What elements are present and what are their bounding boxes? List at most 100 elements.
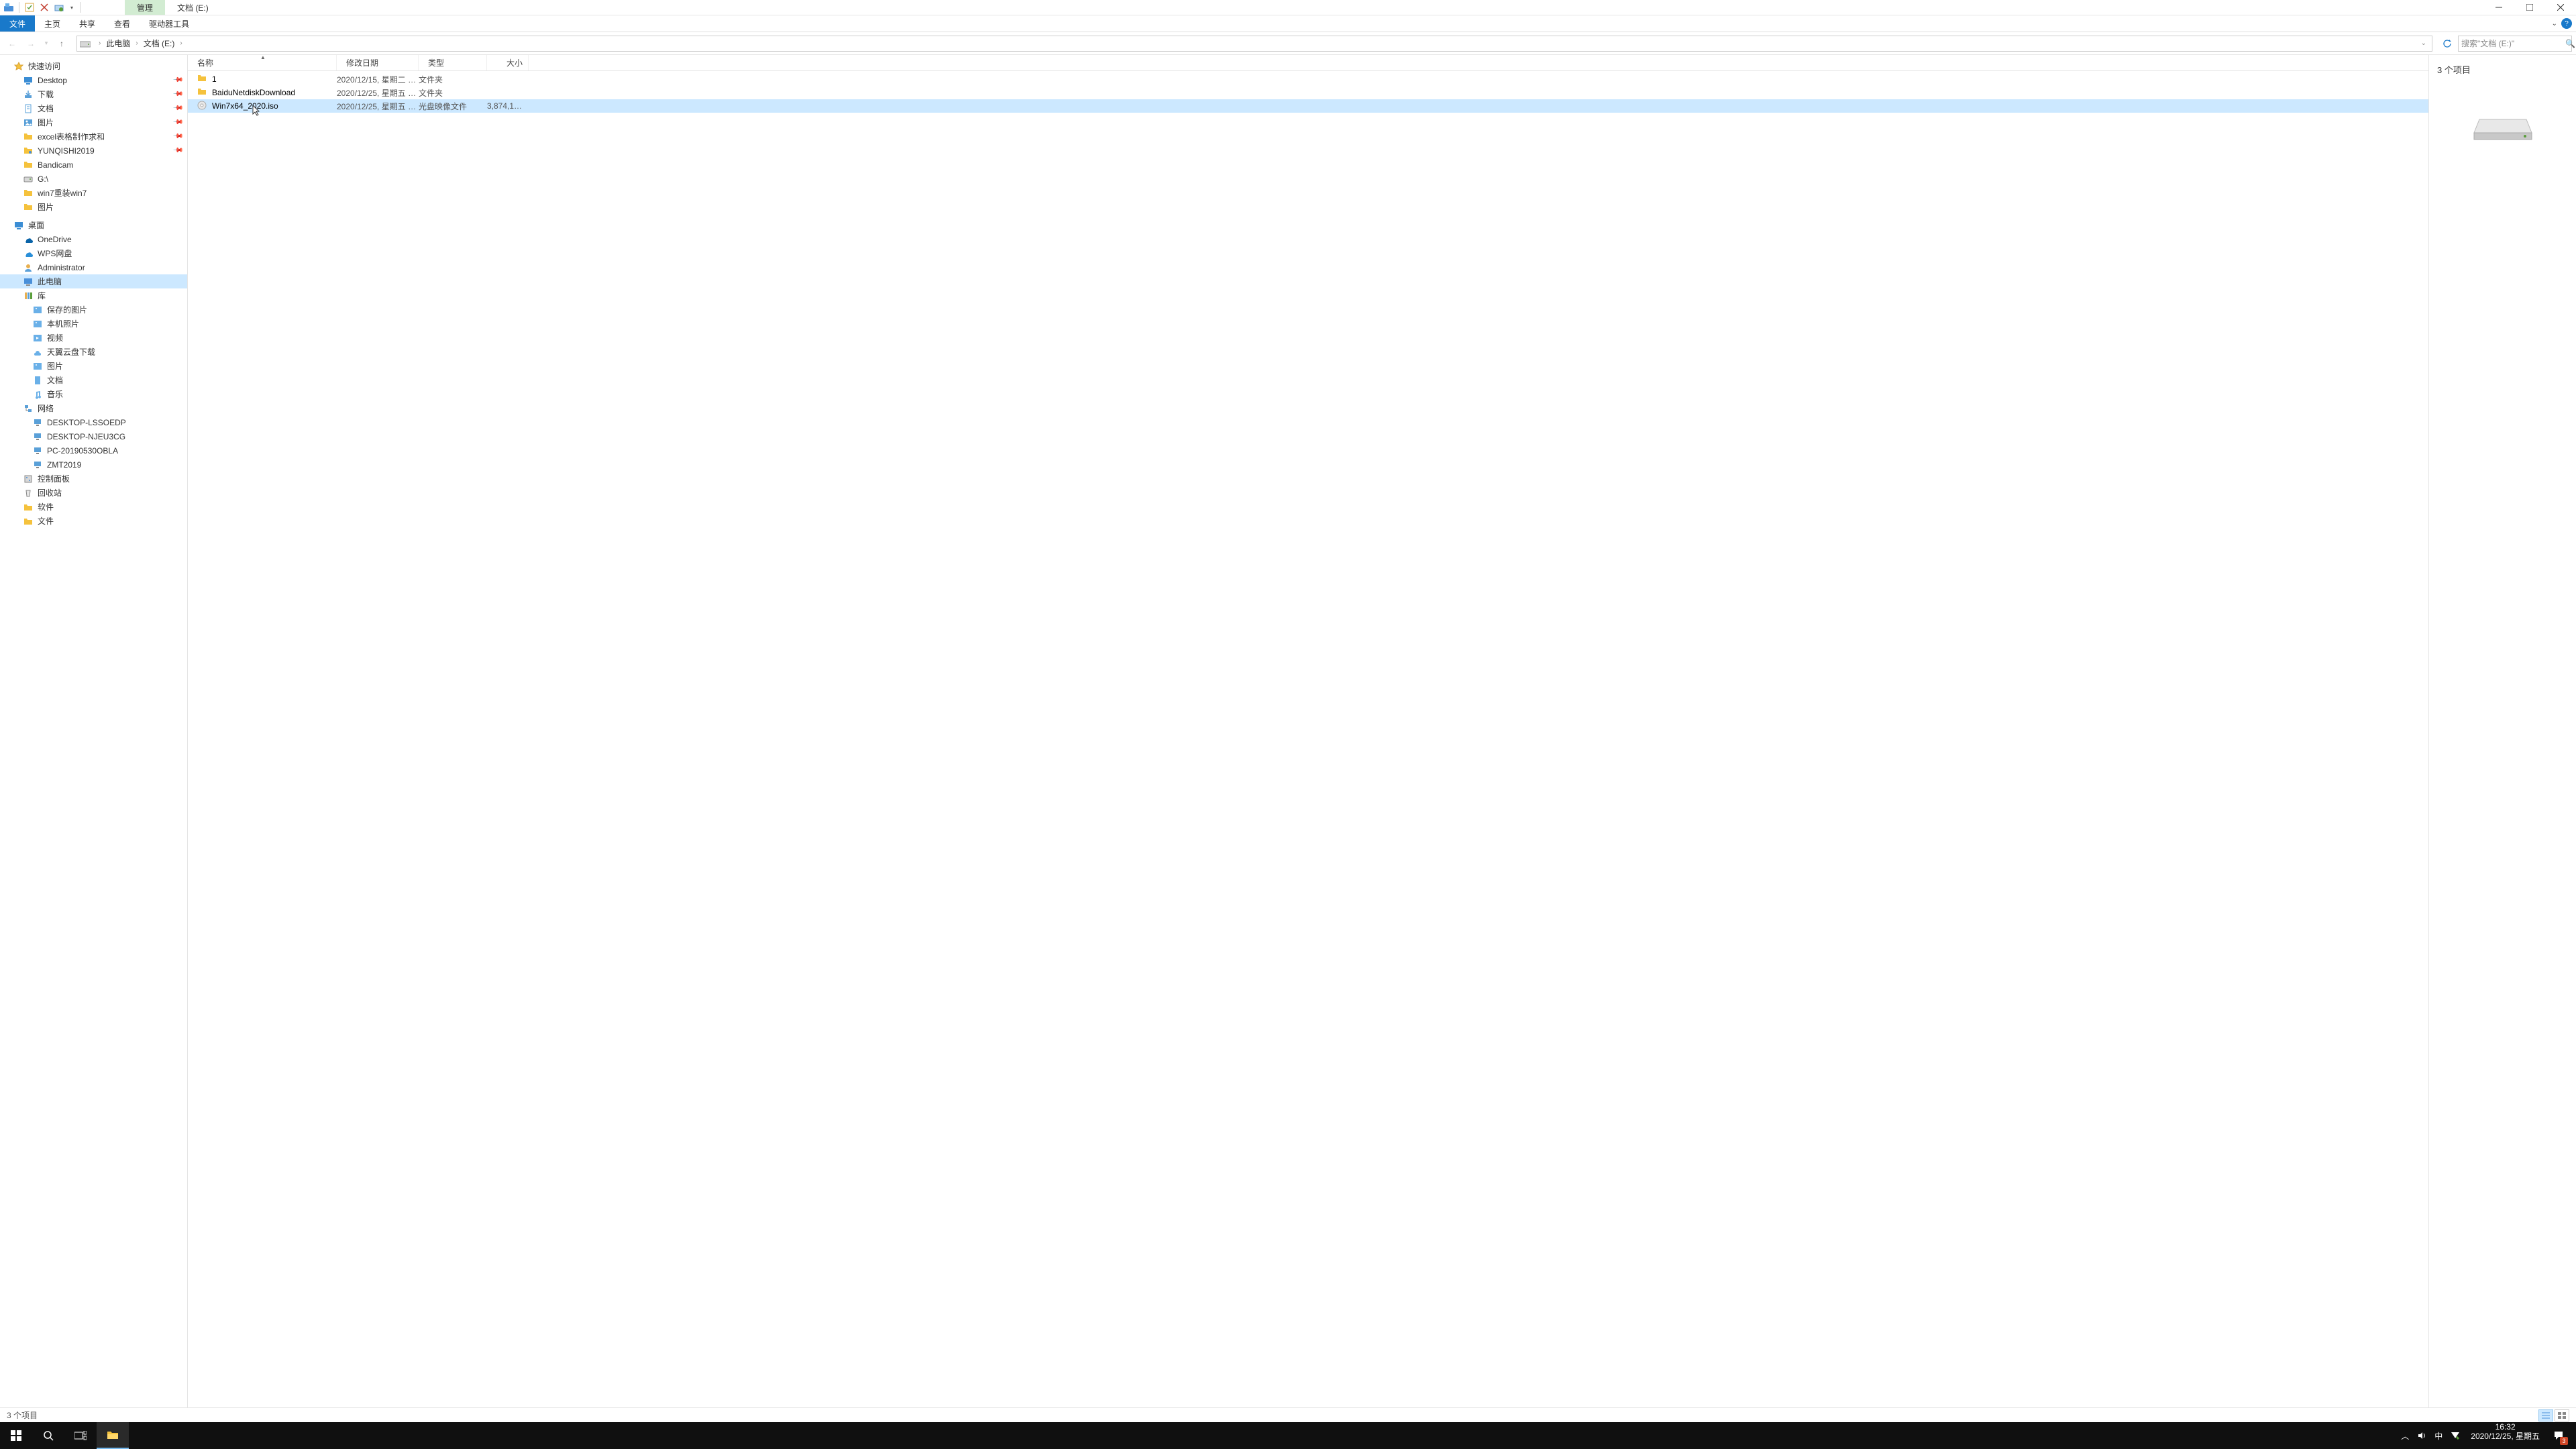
- column-size[interactable]: 大小: [487, 55, 529, 70]
- column-type[interactable]: 类型: [419, 55, 487, 70]
- start-button[interactable]: [0, 1422, 32, 1449]
- tree-item[interactable]: Administrator: [0, 260, 187, 274]
- tree-item[interactable]: win7重装win7: [0, 186, 187, 200]
- tree-item[interactable]: excel表格制作求和📌: [0, 129, 187, 144]
- pc-net-icon: [32, 417, 43, 428]
- tree-network[interactable]: 网络: [0, 401, 187, 415]
- taskbar-explorer[interactable]: [97, 1422, 129, 1449]
- tree-item[interactable]: 天翼云盘下载: [0, 345, 187, 359]
- tree-desktop[interactable]: 桌面: [0, 218, 187, 232]
- search-button[interactable]: [32, 1422, 64, 1449]
- close-button[interactable]: [2545, 0, 2576, 15]
- file-row[interactable]: Win7x64_2020.iso2020/12/25, 星期五 1...光盘映像…: [188, 99, 2428, 113]
- tree-item[interactable]: DESKTOP-NJEU3CG: [0, 429, 187, 443]
- tree-software-folder[interactable]: 软件: [0, 500, 187, 514]
- new-folder-icon[interactable]: [53, 1, 65, 13]
- tree-item[interactable]: 图片📌: [0, 115, 187, 129]
- tree-item[interactable]: 保存的图片: [0, 303, 187, 317]
- pc-icon: [23, 276, 34, 287]
- tree-label: 视频: [47, 332, 63, 343]
- delete-icon[interactable]: [38, 1, 50, 13]
- icons-view-button[interactable]: [2555, 1409, 2569, 1421]
- file-row[interactable]: 12020/12/15, 星期二 1...文件夹: [188, 72, 2428, 86]
- tree-item[interactable]: PC-20190530OBLA: [0, 443, 187, 458]
- desktop-icon: [23, 75, 34, 86]
- recent-dropdown-icon[interactable]: ▾: [42, 36, 51, 52]
- tree-item[interactable]: 图片: [0, 359, 187, 373]
- tree-item[interactable]: 图片: [0, 200, 187, 214]
- search-box[interactable]: 🔍: [2458, 36, 2572, 52]
- chevron-right-icon[interactable]: ›: [97, 40, 102, 47]
- column-date[interactable]: 修改日期: [337, 55, 419, 70]
- navigation-pane[interactable]: 快速访问 Desktop📌下载📌文档📌图片📌excel表格制作求和📌YUNQIS…: [0, 55, 188, 1407]
- search-input[interactable]: [2461, 39, 2565, 48]
- task-view-button[interactable]: [64, 1422, 97, 1449]
- breadcrumb[interactable]: › 此电脑 › 文档 (E:) › ⌄: [76, 36, 2432, 52]
- action-center-button[interactable]: 3: [2545, 1422, 2572, 1449]
- tree-item[interactable]: WPS网盘: [0, 246, 187, 260]
- tree-files-folder[interactable]: 文件: [0, 514, 187, 528]
- ribbon-tab-view[interactable]: 查看: [105, 15, 140, 32]
- help-icon[interactable]: ?: [2561, 18, 2572, 29]
- search-icon[interactable]: 🔍: [2565, 39, 2575, 48]
- maximize-button[interactable]: [2514, 0, 2545, 15]
- breadcrumb-part[interactable]: 此电脑: [105, 38, 131, 49]
- up-button[interactable]: ↑: [54, 36, 70, 52]
- tree-item[interactable]: 视频: [0, 331, 187, 345]
- tree-item[interactable]: 文档: [0, 373, 187, 387]
- ribbon-context-tab[interactable]: 管理: [125, 0, 165, 15]
- tree-item[interactable]: 音乐: [0, 387, 187, 401]
- address-bar-row: ← → ▾ ↑ › 此电脑 › 文档 (E:) › ⌄ 🔍: [0, 32, 2576, 55]
- tree-quick-access[interactable]: 快速访问: [0, 59, 187, 73]
- tree-item[interactable]: 本机照片: [0, 317, 187, 331]
- ribbon-collapse-icon[interactable]: ⌄: [2552, 20, 2557, 28]
- tree-item[interactable]: DESKTOP-LSSOEDP: [0, 415, 187, 429]
- tree-item[interactable]: Bandicam: [0, 158, 187, 172]
- pin-icon: 📌: [172, 74, 183, 86]
- tree-item[interactable]: 库: [0, 288, 187, 303]
- titlebar: ▾ 管理 文档 (E:): [0, 0, 2576, 15]
- tree-item[interactable]: 此电脑: [0, 274, 187, 288]
- tree-item[interactable]: G:\: [0, 172, 187, 186]
- chevron-right-icon[interactable]: ›: [178, 40, 183, 47]
- file-date: 2020/12/25, 星期五 1...: [337, 101, 419, 112]
- properties-icon[interactable]: [23, 1, 36, 13]
- tray-overflow-icon[interactable]: ︿: [2401, 1430, 2409, 1442]
- minimize-button[interactable]: [2483, 0, 2514, 15]
- forward-button[interactable]: →: [23, 36, 39, 52]
- ribbon-tab-share[interactable]: 共享: [70, 15, 105, 32]
- tree-label: 天翼云盘下载: [47, 346, 95, 358]
- tree-item[interactable]: Desktop📌: [0, 73, 187, 87]
- sort-ascending-icon: ▲: [260, 54, 266, 60]
- breadcrumb-part[interactable]: 文档 (E:): [142, 38, 176, 49]
- back-button[interactable]: ←: [4, 36, 20, 52]
- tree-control-panel[interactable]: 控制面板: [0, 472, 187, 486]
- qat-dropdown-icon[interactable]: ▾: [68, 5, 76, 11]
- breadcrumb-dropdown-icon[interactable]: ⌄: [2421, 40, 2429, 47]
- ime-indicator[interactable]: 中: [2434, 1430, 2443, 1442]
- tree-item[interactable]: YUNQISHI2019📌: [0, 144, 187, 158]
- volume-icon[interactable]: [2417, 1431, 2426, 1440]
- tree-item[interactable]: OneDrive: [0, 232, 187, 246]
- tree-item[interactable]: 下载📌: [0, 87, 187, 101]
- tray-app-icon[interactable]: [2451, 1432, 2460, 1440]
- app-icon[interactable]: [3, 1, 15, 13]
- ribbon-tab-file[interactable]: 文件: [0, 15, 35, 32]
- tree-item[interactable]: 文档📌: [0, 101, 187, 115]
- tree-label: 保存的图片: [47, 304, 87, 315]
- details-view-button[interactable]: [2538, 1409, 2553, 1421]
- show-desktop-button[interactable]: [2572, 1422, 2576, 1449]
- file-list[interactable]: 12020/12/15, 星期二 1...文件夹BaiduNetdiskDown…: [188, 71, 2428, 1407]
- chevron-right-icon[interactable]: ›: [134, 40, 139, 47]
- file-row[interactable]: BaiduNetdiskDownload2020/12/25, 星期五 1...…: [188, 86, 2428, 99]
- tree-recycle-bin[interactable]: 回收站: [0, 486, 187, 500]
- refresh-button[interactable]: [2439, 36, 2455, 52]
- ribbon-tab-drive-tools[interactable]: 驱动器工具: [140, 15, 199, 32]
- lib-music-icon: [32, 389, 43, 400]
- view-mode-buttons: [2538, 1409, 2569, 1421]
- tree-item[interactable]: ZMT2019: [0, 458, 187, 472]
- tree-label: Bandicam: [38, 160, 73, 170]
- ribbon-tab-home[interactable]: 主页: [35, 15, 70, 32]
- taskbar-clock[interactable]: 16:32 2020/12/25, 星期五: [2465, 1422, 2545, 1449]
- lib-img-icon: [32, 305, 43, 315]
